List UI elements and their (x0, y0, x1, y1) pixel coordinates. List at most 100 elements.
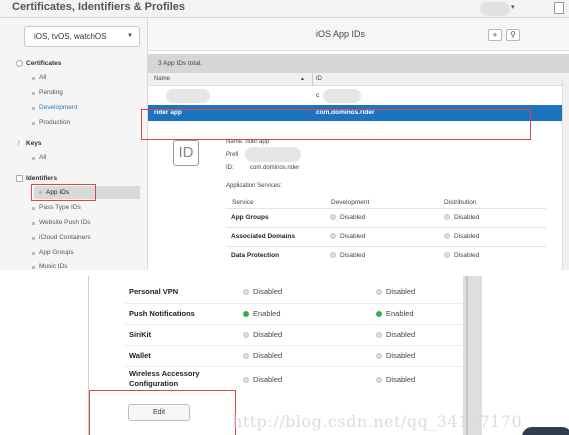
status-dot-icon (330, 233, 336, 239)
sidebar-section-keys[interactable]: ⚷ Keys (16, 139, 42, 147)
status-text: Disabled (253, 375, 283, 384)
status-text: Disabled (386, 330, 416, 339)
sidebar-item-app-groups[interactable]: App Groups (32, 249, 74, 256)
status-dot-icon (376, 353, 382, 359)
service-name: Push Notifications (129, 309, 195, 318)
sidebar-section-label: Keys (26, 140, 42, 147)
status-dot-icon (243, 332, 249, 338)
service-row: App Groups Disabled Disabled (226, 208, 546, 226)
service-dist-status: Disabled (444, 252, 479, 259)
status-text: Disabled (454, 233, 480, 240)
service-name: Associated Domains (231, 233, 295, 240)
status-text: Disabled (340, 214, 366, 221)
identifier-icon (16, 175, 23, 182)
sidebar-item-production[interactable]: Production (31, 119, 70, 126)
total-count-bar: 3 App IDs total. (148, 54, 569, 73)
service-name: Wireless Accessory Configuration (129, 369, 200, 389)
sidebar-item-certificates-all[interactable]: All (31, 74, 46, 81)
service-dev-status: Disabled (243, 351, 282, 361)
service-name-line2: Configuration (129, 379, 179, 388)
service-dev-status: Disabled (330, 252, 365, 259)
highlight-box-edit (89, 390, 236, 435)
sidebar-item-pending[interactable]: Pending (32, 89, 63, 96)
status-dot-icon (330, 214, 336, 220)
app-id-icon: ID (173, 140, 199, 166)
status-text: Disabled (386, 351, 416, 360)
table-row[interactable]: c (148, 88, 569, 104)
service-row: Personal VPN Disabled Disabled (125, 282, 463, 303)
chevron-down-icon: ▼ (127, 33, 133, 39)
service-dist-status: Disabled (376, 287, 415, 297)
status-text: Disabled (253, 287, 283, 296)
status-text: Disabled (340, 252, 366, 259)
sidebar-item-icloud-containers[interactable]: iCloud Containers (32, 234, 91, 241)
service-dev-status: Disabled (243, 287, 282, 297)
platform-select-value: iOS, tvOS, watchOS (34, 32, 107, 41)
status-dot-icon (376, 289, 382, 295)
sidebar-section-certificates[interactable]: Certificates (16, 60, 61, 67)
blurred-name (166, 89, 210, 103)
service-dist-status: Disabled (444, 233, 479, 240)
service-row: Data Protection Disabled Disabled (226, 246, 546, 264)
service-row: Associated Domains Disabled Disabled (226, 227, 546, 245)
certificate-icon (16, 60, 23, 67)
key-icon: ⚷ (16, 139, 23, 147)
sidebar-item-music-ids[interactable]: Music IDs (32, 263, 68, 270)
user-menu-avatar[interactable] (480, 2, 510, 16)
app-id-detail: ID Name: rider app Prefi ID: com.dominos… (148, 136, 569, 270)
developer-portal-window: Certificates, Identifiers & Profiles ▾ i… (0, 0, 569, 270)
status-dot-icon (243, 377, 249, 383)
status-text: Enabled (253, 309, 281, 318)
service-dist-status: Enabled (376, 309, 414, 319)
status-text: Enabled (386, 309, 414, 318)
service-dev-status: Enabled (243, 309, 281, 319)
service-name: SiriKit (129, 330, 152, 339)
window-control[interactable] (554, 2, 564, 14)
status-text: Disabled (340, 233, 366, 240)
sidebar-item-pass-type-ids[interactable]: Pass Type IDs (32, 204, 81, 211)
service-row: Wallet Disabled Disabled (125, 345, 463, 366)
status-text: Disabled (253, 351, 283, 360)
sidebar-section-label: Identifiers (26, 175, 58, 182)
service-dist-status: Disabled (376, 330, 415, 340)
sort-icon[interactable]: ▲ (300, 73, 305, 86)
column-header-id[interactable]: ID (316, 73, 322, 86)
detail-id-label: ID: (226, 165, 234, 171)
blurred-prefix (245, 147, 301, 162)
status-dot-icon (376, 311, 382, 317)
main-header: iOS App IDs + ⚲ (148, 18, 569, 51)
service-dist-status: Disabled (444, 214, 479, 221)
status-dot-icon (243, 311, 249, 317)
floating-widget[interactable] (522, 427, 569, 435)
main-panel: iOS App IDs + ⚲ 3 App IDs total. Name ▲ … (148, 18, 569, 270)
row-id: c (316, 92, 320, 99)
highlight-box-app-ids (31, 184, 96, 201)
service-dist-status: Disabled (376, 375, 415, 385)
sidebar-item-website-push-ids[interactable]: Website Push IDs (32, 219, 91, 226)
status-text: Disabled (454, 252, 480, 259)
column-divider (312, 73, 313, 86)
status-dot-icon (243, 353, 249, 359)
add-button[interactable]: + (488, 29, 502, 41)
status-dot-icon (243, 289, 249, 295)
status-dot-icon (376, 377, 382, 383)
column-header-name[interactable]: Name (154, 73, 170, 86)
services-header-service: Service (232, 199, 254, 206)
services-title: Application Services: (226, 183, 282, 189)
service-name: Wallet (129, 351, 151, 360)
highlight-box-selected-row (141, 109, 531, 140)
vertical-scrollbar[interactable] (562, 78, 569, 270)
service-name: Personal VPN (129, 287, 179, 296)
chevron-down-icon[interactable]: ▾ (511, 3, 515, 11)
status-text: Disabled (386, 375, 416, 384)
sidebar-section-identifiers[interactable]: Identifiers (16, 175, 58, 182)
platform-select[interactable]: iOS, tvOS, watchOS ▼ (24, 26, 140, 47)
service-dev-status: Disabled (243, 375, 282, 385)
sidebar-item-development[interactable]: Development (31, 104, 77, 111)
status-text: Disabled (253, 330, 283, 339)
sidebar-item-keys-all[interactable]: All (31, 154, 46, 161)
status-dot-icon (376, 332, 382, 338)
service-row: Push Notifications Enabled Enabled (125, 303, 463, 324)
detail-id-value: com.dominos.rider (250, 165, 300, 171)
search-icon[interactable]: ⚲ (506, 29, 520, 41)
